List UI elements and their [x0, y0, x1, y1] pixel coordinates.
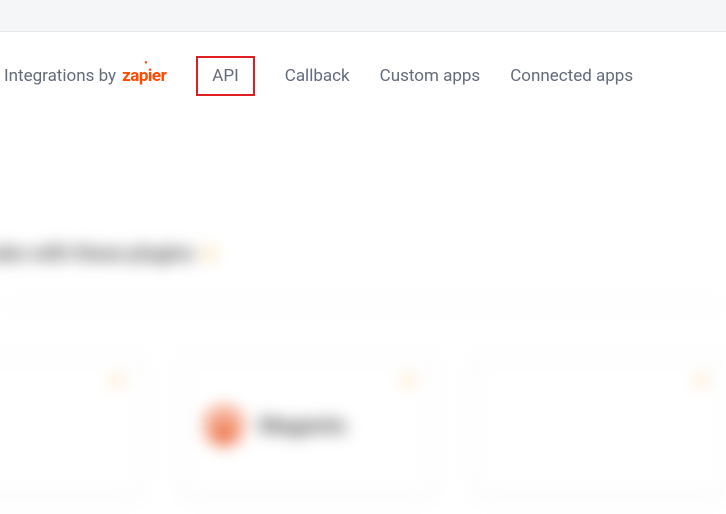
magento-icon — [203, 405, 245, 447]
cards-row: ★ agento ★ Magento ★ — [0, 356, 726, 496]
zapier-logo: zapier — [122, 66, 166, 86]
divider — [0, 305, 726, 306]
plugin-card[interactable]: ★ — [474, 356, 726, 496]
star-icon: ★ — [402, 373, 415, 389]
tab-api-label: API — [212, 66, 238, 86]
section-heading: ales with these plugins ★ — [0, 241, 726, 265]
star-icon: ★ — [694, 373, 707, 389]
tab-connected-apps[interactable]: Connected apps — [510, 60, 633, 92]
tab-callback-label: Callback — [285, 66, 350, 86]
star-icon: ★ — [110, 373, 123, 389]
tabs-navigation: Integrations by zapier API Callback Cust… — [0, 32, 726, 121]
card-title: Magento — [259, 414, 346, 439]
tab-connected-apps-label: Connected apps — [510, 66, 633, 86]
top-bar — [0, 0, 726, 32]
plugin-card[interactable]: ★ Magento — [182, 356, 434, 496]
tab-custom-apps[interactable]: Custom apps — [380, 60, 481, 92]
tab-callback[interactable]: Callback — [285, 60, 350, 92]
plugin-card[interactable]: ★ agento — [0, 356, 142, 496]
section-heading-text: ales with these plugins — [0, 241, 194, 265]
tab-api[interactable]: API — [196, 56, 254, 96]
blurred-content: ales with these plugins ★ ★ agento ★ Mag… — [0, 241, 726, 496]
star-icon: ★ — [202, 244, 216, 263]
tab-custom-apps-label: Custom apps — [380, 66, 481, 86]
tab-integrations[interactable]: Integrations by zapier — [4, 60, 166, 92]
tab-integrations-prefix: Integrations by — [4, 66, 116, 86]
